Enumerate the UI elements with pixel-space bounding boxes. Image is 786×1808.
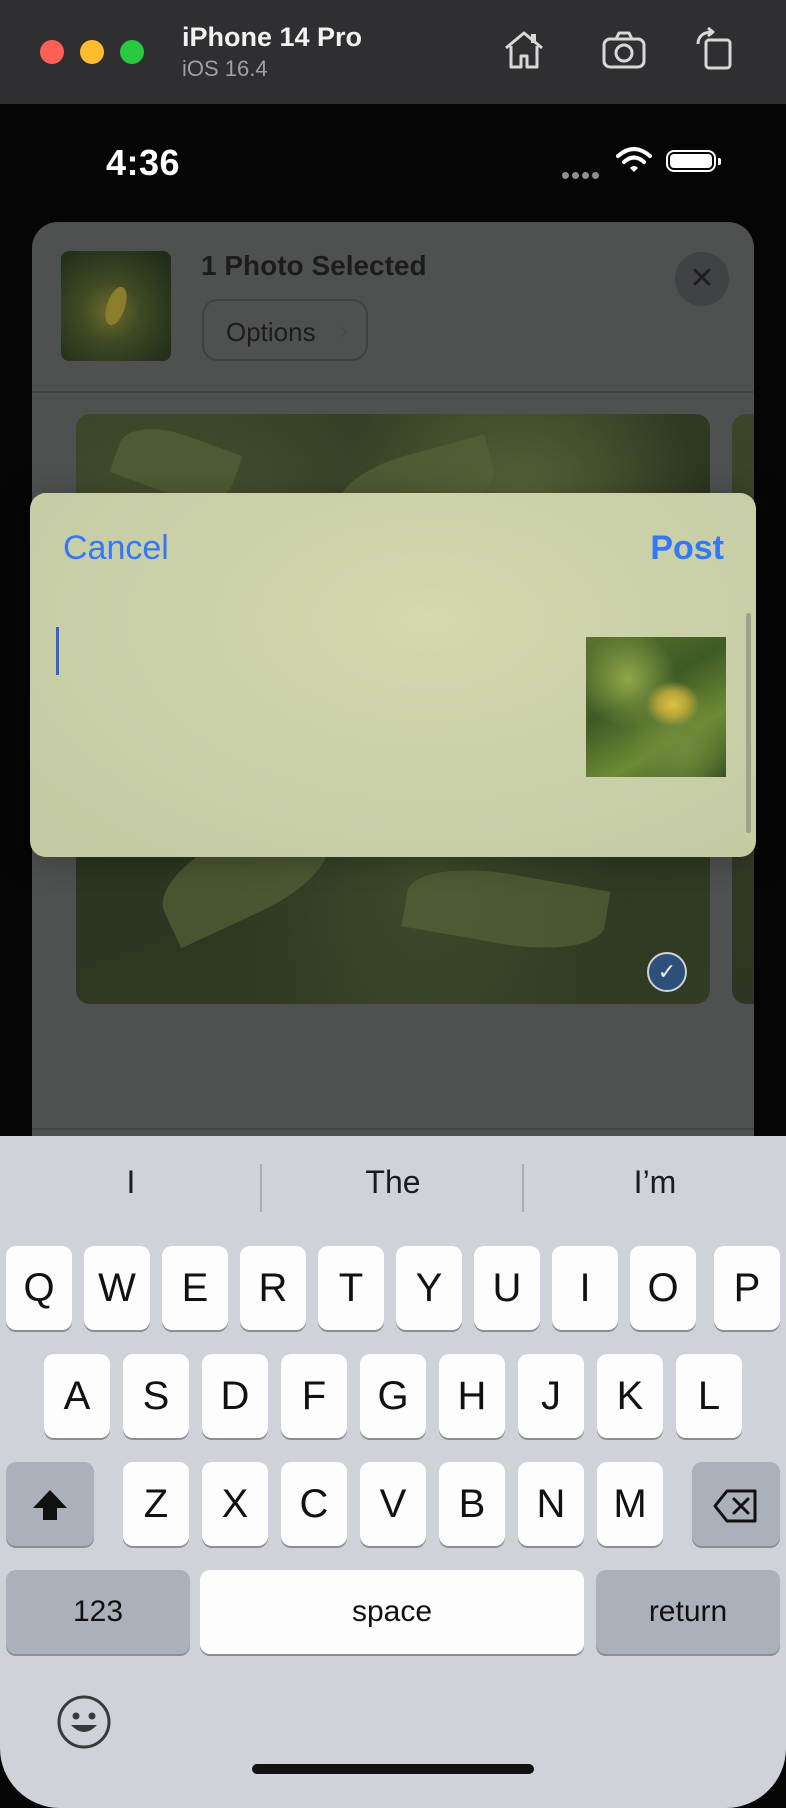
battery-icon [666,150,721,172]
status-time: 4:36 [106,142,181,183]
delete-key[interactable] [692,1462,780,1546]
key-i[interactable]: I [552,1246,618,1330]
key-z[interactable]: Z [123,1462,189,1546]
post-text-field[interactable] [50,613,570,813]
key-n[interactable]: N [518,1462,584,1546]
key-m[interactable]: M [597,1462,663,1546]
divider [32,1128,754,1130]
key-d[interactable]: D [202,1354,268,1438]
key-h[interactable]: H [439,1354,505,1438]
os-version: iOS 16.4 [182,56,268,81]
key-q[interactable]: Q [6,1246,72,1330]
key-k[interactable]: K [597,1354,663,1438]
key-f[interactable]: F [281,1354,347,1438]
post-composer: Cancel Post [30,493,756,857]
suggestion-1[interactable]: I [0,1164,262,1201]
key-o[interactable]: O [630,1246,696,1330]
emoji-icon[interactable] [56,1694,112,1750]
screenshot-camera-icon[interactable] [600,26,648,74]
key-l[interactable]: L [676,1354,742,1438]
key-g[interactable]: G [360,1354,426,1438]
selected-photo-thumbnail [61,251,171,361]
key-p[interactable]: P [714,1246,780,1330]
suggestion-2[interactable]: The [262,1164,524,1201]
key-c[interactable]: C [281,1462,347,1546]
key-t[interactable]: T [318,1246,384,1330]
home-icon[interactable] [500,26,548,74]
signal-dots-icon [562,166,602,184]
delete-icon [713,1489,757,1523]
chevron-right-icon: › [340,317,348,344]
space-key[interactable]: space [200,1570,584,1654]
shift-key[interactable] [6,1462,94,1546]
divider [32,391,754,393]
options-label: Options [226,317,316,347]
window-close-button[interactable] [40,40,64,64]
cancel-button[interactable]: Cancel [63,529,169,568]
key-j[interactable]: J [518,1354,584,1438]
share-sheet-title: 1 Photo Selected [201,250,427,281]
post-button[interactable]: Post [650,529,724,568]
wifi-icon [616,147,652,172]
device-screen: 4:36 1 Photo Selected Options › ✕ ✓ Canc… [0,104,786,1808]
attached-photo-thumbnail[interactable] [586,637,726,777]
rotate-icon[interactable] [692,26,740,74]
keyboard: I The I’m Q W E R T Y U I O P A S D F G … [0,1136,786,1808]
suggestion-3[interactable]: I’m [524,1164,786,1201]
key-w[interactable]: W [84,1246,150,1330]
key-a[interactable]: A [44,1354,110,1438]
home-indicator[interactable] [252,1764,534,1774]
window-minimize-button[interactable] [80,40,104,64]
window-zoom-button[interactable] [120,40,144,64]
text-cursor [56,627,59,675]
device-name: iPhone 14 Pro [182,22,363,52]
selected-checkmark-icon[interactable]: ✓ [647,952,687,992]
scrollbar[interactable] [746,613,751,833]
options-button[interactable]: Options › [202,299,368,361]
key-x[interactable]: X [202,1462,268,1546]
key-v[interactable]: V [360,1462,426,1546]
key-y[interactable]: Y [396,1246,462,1330]
return-key[interactable]: return [596,1570,780,1654]
close-button[interactable]: ✕ [675,252,729,306]
shift-icon [33,1490,67,1521]
key-s[interactable]: S [123,1354,189,1438]
key-e[interactable]: E [162,1246,228,1330]
simulator-titlebar: iPhone 14 Pro iOS 16.4 [0,0,786,105]
key-b[interactable]: B [439,1462,505,1546]
numbers-key[interactable]: 123 [6,1570,190,1654]
key-u[interactable]: U [474,1246,540,1330]
key-r[interactable]: R [240,1246,306,1330]
